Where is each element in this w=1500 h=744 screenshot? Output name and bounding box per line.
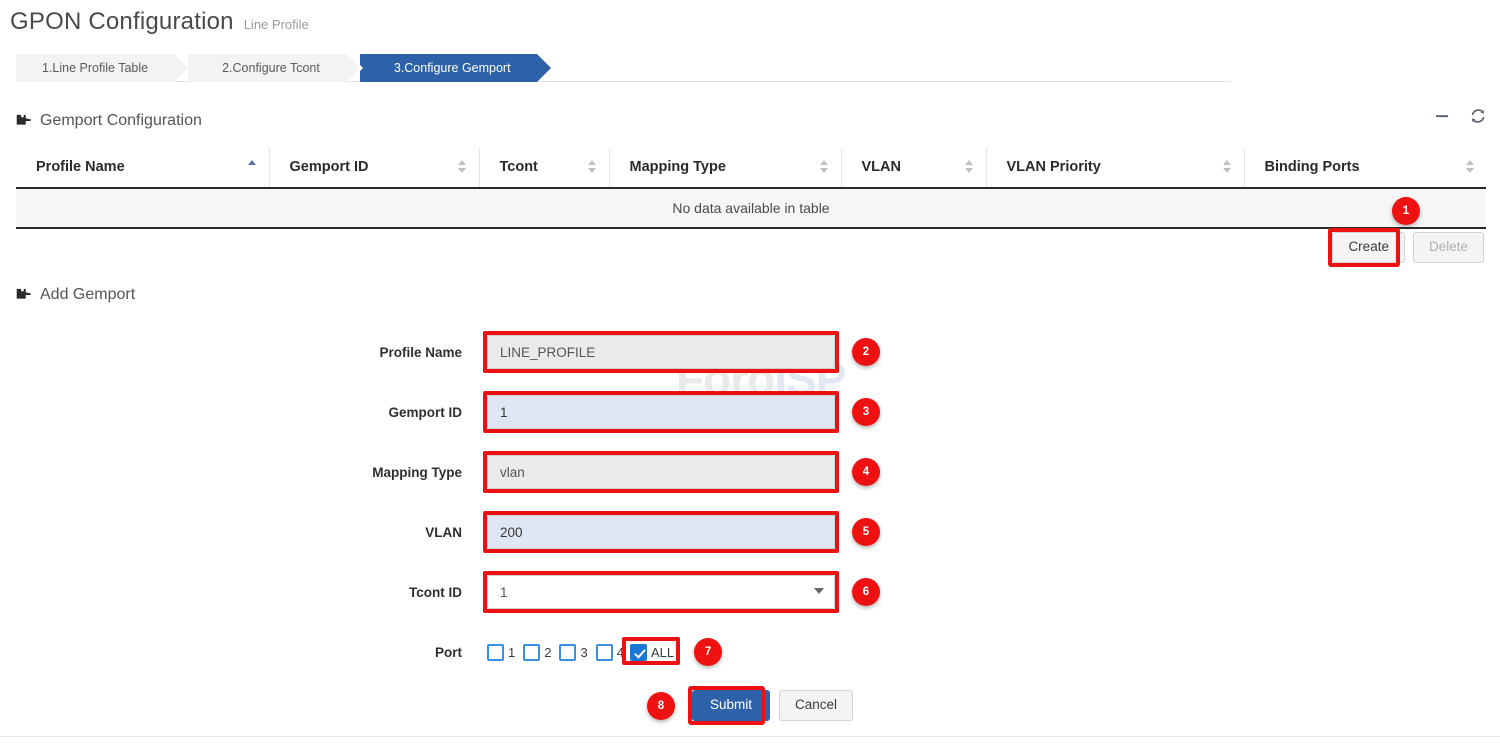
column-header-mapping-type[interactable]: Mapping Type (609, 148, 841, 188)
label-mapping-type: Mapping Type (0, 465, 487, 480)
add-gemport-title: Add Gemport (40, 286, 135, 304)
sort-toggle-icon[interactable] (820, 160, 829, 176)
form-row-tcont-id: Tcont ID 1234 6 (0, 562, 1500, 622)
port-checkbox-1[interactable]: 1 (487, 644, 515, 661)
column-header-tcont[interactable]: Tcont (479, 148, 609, 188)
add-gemport-section-header: Add Gemport (14, 286, 135, 304)
tcont-id-select[interactable]: 1234 (487, 575, 835, 609)
port-checkbox-4[interactable]: 4 (596, 644, 624, 661)
footer-divider (0, 736, 1500, 737)
form-row-port: Port 1 2 3 (0, 622, 1500, 682)
annotation-badge-6: 6 (852, 578, 880, 606)
column-label: Mapping Type (630, 159, 726, 175)
puzzle-piece-icon (14, 113, 31, 130)
puzzle-piece-icon (14, 287, 31, 304)
sort-toggle-icon[interactable] (1223, 160, 1232, 176)
column-label: Gemport ID (290, 159, 369, 175)
panel-title: Gemport Configuration (40, 112, 202, 130)
page-header: GPON Configuration Line Profile (10, 8, 309, 36)
vlan-input[interactable] (487, 515, 835, 549)
panel-tools (1434, 108, 1486, 124)
form-row-vlan: VLAN 5 (0, 502, 1500, 562)
page-subtitle: Line Profile (244, 17, 309, 32)
label-vlan: VLAN (0, 525, 487, 540)
port-checkbox-3[interactable]: 3 (559, 644, 587, 661)
label-profile-name: Profile Name (0, 345, 487, 360)
port-checkbox-2[interactable]: 2 (523, 644, 551, 661)
annotation-badge-3: 3 (852, 398, 880, 426)
label-gemport-id: Gemport ID (0, 405, 487, 420)
checkbox-box[interactable] (559, 644, 576, 661)
wizard-steps: 1.Line Profile Table 2.Configure Tcont 3… (16, 54, 1231, 82)
port-checkbox-label: 2 (544, 645, 551, 660)
column-header-vlan[interactable]: VLAN (841, 148, 986, 188)
checkbox-box-checked[interactable] (630, 644, 647, 661)
label-port: Port (0, 645, 487, 660)
gpon-configuration-page: GPON Configuration Line Profile 1.Line P… (0, 0, 1500, 744)
delete-button[interactable]: Delete (1413, 232, 1484, 263)
column-label: VLAN (862, 159, 901, 175)
column-label: VLAN Priority (1007, 159, 1101, 175)
annotation-badge-7: 7 (694, 638, 722, 666)
label-tcont-id: Tcont ID (0, 585, 487, 600)
page-title: GPON Configuration (10, 8, 234, 36)
port-checkbox-group: 1 2 3 4 ALL (487, 638, 835, 666)
gemport-configuration-panel-header: Gemport Configuration (14, 106, 1486, 136)
add-gemport-form: Profile Name 2 Gemport ID 3 Mapping Type… (0, 322, 1500, 682)
table-header-row: Profile Name Gemport ID Tcont Mapping Ty… (16, 148, 1486, 188)
wizard-step-line-profile-table[interactable]: 1.Line Profile Table (16, 54, 174, 82)
column-header-profile-name[interactable]: Profile Name (16, 148, 269, 188)
column-header-binding-ports[interactable]: Binding Ports (1244, 148, 1486, 188)
checkbox-box[interactable] (487, 644, 504, 661)
table-action-buttons: Create Delete (1332, 232, 1484, 263)
annotation-badge-5: 5 (852, 518, 880, 546)
mapping-type-input[interactable] (487, 455, 835, 489)
checkbox-box[interactable] (523, 644, 540, 661)
port-checkbox-label: 4 (617, 645, 624, 660)
gemport-id-input[interactable] (487, 395, 835, 429)
port-checkbox-label: 1 (508, 645, 515, 660)
minus-icon[interactable] (1434, 108, 1450, 124)
form-row-gemport-id: Gemport ID 3 (0, 382, 1500, 442)
checkbox-box[interactable] (596, 644, 613, 661)
annotation-badge-2: 2 (852, 338, 880, 366)
sort-toggle-icon[interactable] (1465, 160, 1474, 176)
table-empty-row: No data available in table (16, 188, 1486, 228)
submit-button[interactable]: Submit (692, 690, 770, 721)
wizard-step-configure-tcont[interactable]: 2.Configure Tcont (188, 54, 346, 82)
port-checkbox-all[interactable]: ALL (626, 642, 678, 663)
form-row-mapping-type: Mapping Type 4 (0, 442, 1500, 502)
column-label: Profile Name (36, 159, 125, 175)
gemport-table: Profile Name Gemport ID Tcont Mapping Ty… (16, 148, 1486, 229)
wizard-step-configure-gemport[interactable]: 3.Configure Gemport (360, 54, 537, 82)
sort-toggle-icon[interactable] (588, 160, 597, 176)
create-button[interactable]: Create (1332, 232, 1405, 263)
refresh-icon[interactable] (1470, 108, 1486, 124)
port-checkbox-label: ALL (651, 645, 674, 660)
sort-toggle-icon[interactable] (458, 160, 467, 176)
annotation-badge-1: 1 (1392, 197, 1420, 225)
table-empty-message: No data available in table (16, 188, 1486, 228)
sort-toggle-icon[interactable] (965, 160, 974, 176)
column-header-vlan-priority[interactable]: VLAN Priority (986, 148, 1244, 188)
column-header-gemport-id[interactable]: Gemport ID (269, 148, 479, 188)
profile-name-input[interactable] (487, 335, 835, 369)
cancel-button[interactable]: Cancel (779, 690, 853, 721)
port-checkbox-label: 3 (580, 645, 587, 660)
annotation-badge-8: 8 (647, 692, 675, 720)
form-action-buttons: 8 Submit Cancel (0, 690, 1500, 721)
form-row-profile-name: Profile Name 2 (0, 322, 1500, 382)
column-label: Tcont (500, 159, 538, 175)
sort-ascending-icon[interactable] (248, 160, 257, 176)
column-label: Binding Ports (1265, 159, 1360, 175)
annotation-badge-4: 4 (852, 458, 880, 486)
